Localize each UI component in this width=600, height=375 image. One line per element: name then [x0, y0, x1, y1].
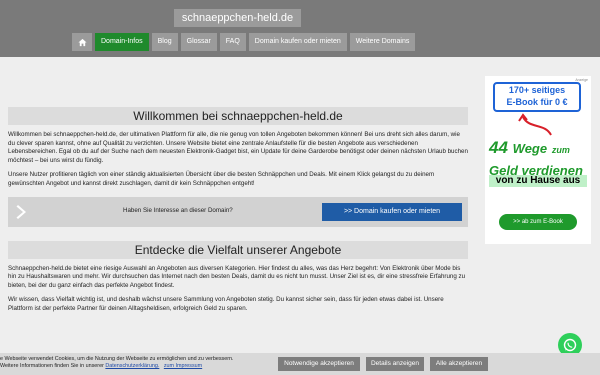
- cookie-banner: e Webseite verwendet Cookies, um die Nut…: [0, 353, 600, 375]
- privacy-link[interactable]: Datenschutzerklärung.: [105, 363, 159, 369]
- section-title-offers: Entdecke die Vielfalt unserer Angebote: [8, 240, 468, 259]
- paragraph-users: Unsere Nutzer profitieren täglich von ei…: [8, 171, 435, 187]
- nav-faq[interactable]: FAQ: [219, 33, 246, 51]
- accept-all-button[interactable]: Alle akzeptieren: [430, 357, 488, 371]
- chevron-right-icon: [16, 204, 26, 219]
- cookie-text: e Webseite verwendet Cookies, um die Nut…: [0, 356, 234, 370]
- main-nav: Domain-Infos Blog Glossar FAQ Domain kau…: [72, 33, 416, 51]
- show-details-button[interactable]: Details anzeigen: [366, 357, 424, 371]
- ad-headline-number: 44: [489, 138, 508, 157]
- nav-domain-kaufen[interactable]: Domain kaufen oder mieten: [248, 33, 347, 51]
- nav-glossar[interactable]: Glossar: [180, 33, 217, 51]
- ebook-ad[interactable]: Anzeige 170+ seitiges E-Book für 0 € 44 …: [485, 76, 591, 244]
- domain-cta-box: Haben Sie Interesse an dieser Domain? >>…: [8, 196, 468, 227]
- ebook-button[interactable]: >> ab zum E-Book: [499, 214, 577, 230]
- nav-home[interactable]: [72, 33, 92, 51]
- main-content: Willkommen bei schnaeppchen-held.de Will…: [8, 107, 468, 314]
- ad-headline: 44 Wege zum Geld verdienen: [489, 138, 587, 180]
- domain-buy-rent-button[interactable]: >> Domain kaufen oder mieten: [322, 202, 462, 221]
- ad-subtitle: von zu Hause aus: [489, 175, 587, 187]
- ad-badge-line2: E-Book für 0 €: [506, 97, 568, 107]
- cta-question: Haben Sie Interesse an dieser Domain?: [123, 206, 233, 214]
- section-title-welcome: Willkommen bei schnaeppchen-held.de: [8, 107, 468, 125]
- site-title[interactable]: schnaeppchen-held.de: [174, 9, 301, 27]
- imprint-link[interactable]: zum Impressum: [164, 363, 202, 369]
- ad-badge: 170+ seitiges E-Book für 0 €: [493, 82, 581, 112]
- whatsapp-icon: [563, 338, 577, 352]
- nav-domain-infos[interactable]: Domain-Infos: [95, 33, 149, 51]
- paragraph-variety: Schnaeppchen-held.de bietet eine riesige…: [8, 264, 466, 289]
- accept-necessary-button[interactable]: Notwendige akzeptieren: [278, 357, 360, 371]
- paragraph-intro: Willkommen bei schnaeppchen-held.de, der…: [8, 131, 468, 164]
- ad-headline-zum: zum: [551, 145, 570, 155]
- cookie-line1: e Webseite verwendet Cookies, um die Nut…: [0, 356, 234, 362]
- curved-arrow-icon: [518, 113, 552, 136]
- cookie-line2: Weitere Informationen finden Sie in unse…: [0, 363, 104, 369]
- nav-weitere-domains[interactable]: Weitere Domains: [349, 33, 416, 51]
- paragraph-growth: Wir wissen, dass Vielfalt wichtig ist, u…: [8, 296, 444, 312]
- site-header: schnaeppchen-held.de Domain-Infos Blog G…: [0, 0, 600, 57]
- ad-badge-line1: 170+ seitiges: [508, 85, 566, 95]
- ad-headline-ways: Wege: [512, 141, 548, 156]
- home-icon: [77, 38, 87, 46]
- nav-blog[interactable]: Blog: [151, 33, 178, 51]
